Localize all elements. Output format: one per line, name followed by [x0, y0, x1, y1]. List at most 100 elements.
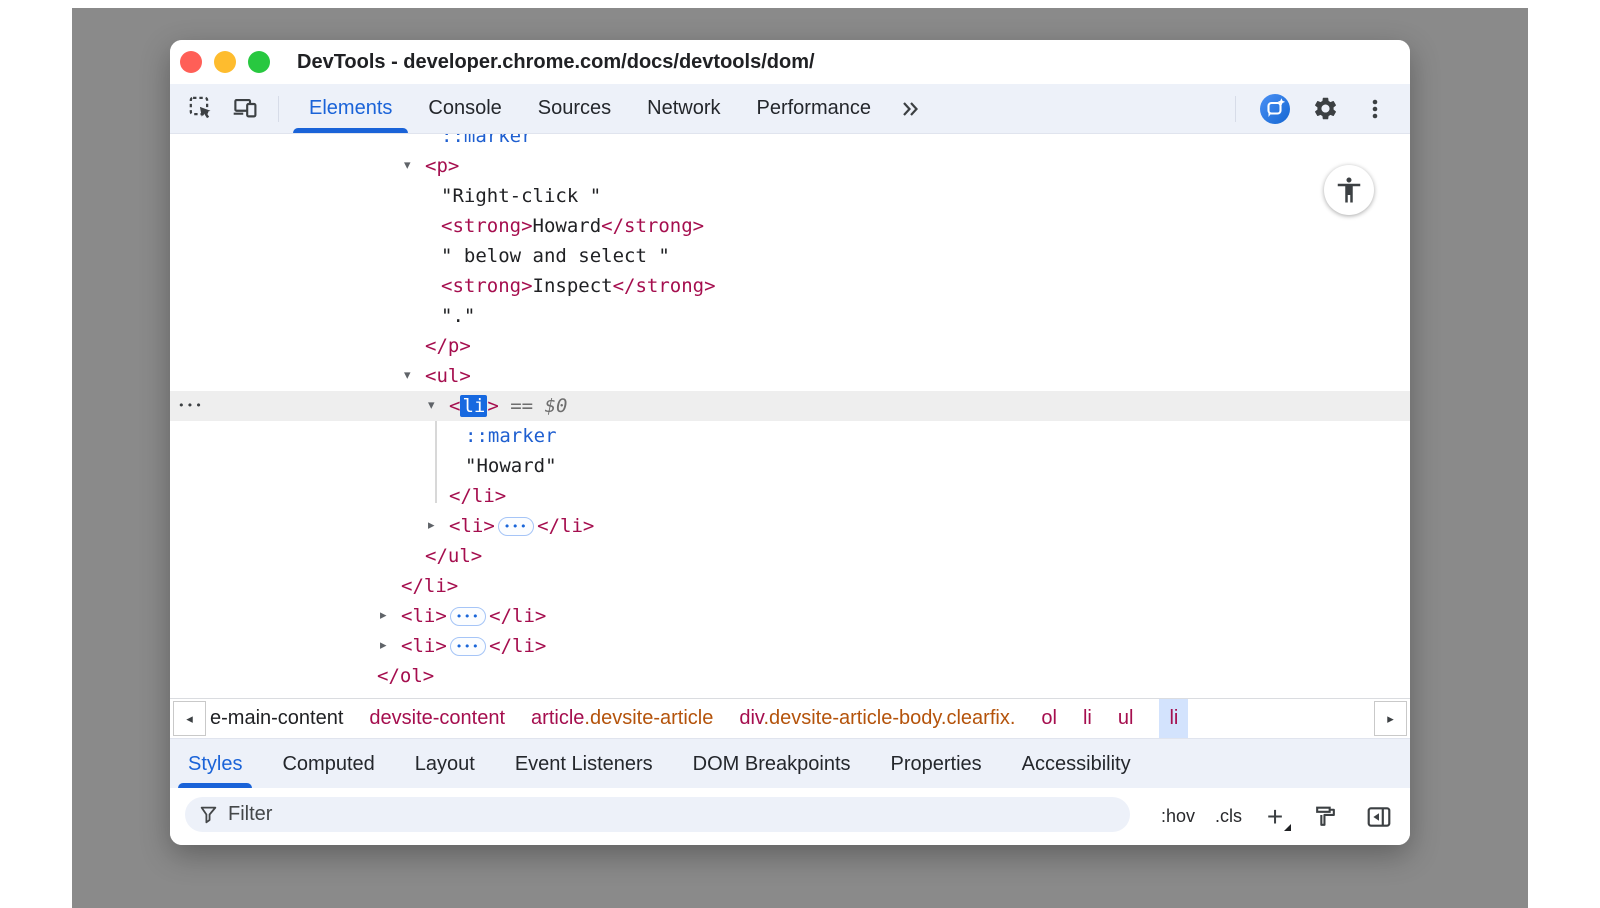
- tree-token-tag: </li>: [489, 605, 546, 627]
- toggle-class-button[interactable]: .cls: [1215, 806, 1242, 827]
- ellipsis-pill-icon[interactable]: •••: [450, 607, 486, 626]
- dom-tree-row[interactable]: ::marker: [170, 134, 1410, 151]
- collapse-arrow-icon[interactable]: ▾: [428, 391, 448, 421]
- tab-computed[interactable]: Computed: [272, 739, 384, 788]
- dom-tree-row-selected[interactable]: ••• ▾<li> == $0: [170, 391, 1410, 421]
- tab-network[interactable]: Network: [629, 84, 738, 133]
- new-style-rule-button[interactable]: +: [1262, 802, 1288, 832]
- chevron-right-icon[interactable]: ▸: [1374, 701, 1407, 736]
- zoom-window-button[interactable]: [248, 51, 270, 73]
- ai-assistant-icon[interactable]: [1258, 92, 1292, 126]
- collapse-arrow-icon[interactable]: ▾: [404, 151, 424, 181]
- breadcrumb-item-selected[interactable]: li: [1159, 699, 1188, 738]
- crumb-part-tag: devsite-content: [369, 707, 505, 729]
- gear-icon[interactable]: [1308, 92, 1342, 126]
- tab-accessibility[interactable]: Accessibility: [1012, 739, 1141, 788]
- paint-brush-icon[interactable]: [1308, 800, 1342, 834]
- tab-styles[interactable]: Styles: [178, 739, 252, 788]
- tree-token-tag: <li>: [449, 515, 495, 537]
- tab-dom-breakpoints[interactable]: DOM Breakpoints: [683, 739, 861, 788]
- dom-tree-row[interactable]: ▾<p>: [170, 151, 1410, 181]
- dom-tree-row[interactable]: ▸<li>•••</li>: [170, 631, 1410, 661]
- tree-token-tag: </strong>: [601, 215, 704, 237]
- crumb-part-tag: article: [531, 707, 584, 729]
- expand-arrow-icon[interactable]: ▸: [428, 511, 448, 541]
- ellipsis-pill-icon[interactable]: •••: [498, 517, 534, 536]
- dom-tree-row[interactable]: ▸<li>•••</li>: [170, 601, 1410, 631]
- dom-tree-row[interactable]: </ol>: [170, 661, 1410, 691]
- dom-tree-row[interactable]: </li>: [170, 571, 1410, 601]
- kebab-menu-icon[interactable]: [1358, 92, 1392, 126]
- devtools-window: DevTools - developer.chrome.com/docs/dev…: [170, 40, 1410, 845]
- breadcrumb-item[interactable]: li: [1083, 707, 1092, 730]
- dom-tree-panel: ::marker▾<p>"Right-click "<strong>Howard…: [170, 134, 1410, 698]
- tree-token-tag: <strong>: [441, 215, 533, 237]
- inspect-cursor-icon[interactable]: [184, 92, 218, 126]
- chevron-left-icon[interactable]: ◂: [173, 701, 206, 736]
- ellipsis-pill-icon[interactable]: •••: [450, 637, 486, 656]
- toolbar-divider-right: [1235, 96, 1236, 122]
- tree-token-tag: >: [487, 395, 498, 417]
- expand-arrow-icon[interactable]: ▸: [380, 601, 400, 631]
- titlebar: DevTools - developer.chrome.com/docs/dev…: [170, 40, 1410, 84]
- filter-input[interactable]: [228, 803, 1116, 826]
- breadcrumb-bar: ◂ e-main-contentdevsite-contentarticle.d…: [170, 698, 1410, 738]
- tree-token-eq: ==: [499, 395, 545, 417]
- dom-tree-row[interactable]: ▾<ul>: [170, 361, 1410, 391]
- toolbar-right-icons: [1229, 92, 1410, 126]
- style-filter-field[interactable]: [185, 797, 1130, 832]
- device-toolbar-icon[interactable]: [228, 92, 262, 126]
- breadcrumb-item[interactable]: devsite-content: [369, 707, 505, 730]
- tree-token-tag: <li>: [401, 635, 447, 657]
- breadcrumb-item[interactable]: ul: [1118, 707, 1134, 730]
- dom-tree-row[interactable]: " below and select ": [170, 241, 1410, 271]
- dom-tree-row[interactable]: ".": [170, 301, 1410, 331]
- tab-event-listeners[interactable]: Event Listeners: [505, 739, 663, 788]
- crumb-part-tag: ul: [1118, 707, 1134, 729]
- selected-node-tag: li: [460, 395, 487, 417]
- tree-token-tag: </li>: [537, 515, 594, 537]
- dom-tree-row[interactable]: <strong>Inspect</strong>: [170, 271, 1410, 301]
- chevron-double-right-icon[interactable]: [893, 92, 927, 126]
- minimize-window-button[interactable]: [214, 51, 236, 73]
- accessibility-overlay-button[interactable]: [1324, 165, 1374, 215]
- dom-tree-row[interactable]: <strong>Howard</strong>: [170, 211, 1410, 241]
- tab-performance[interactable]: Performance: [739, 84, 890, 133]
- tree-token-str: " below and select ": [441, 245, 670, 267]
- tree-token-tag: <strong>: [441, 275, 533, 297]
- tree-token-tag: <: [449, 395, 460, 417]
- dom-tree-row[interactable]: </li>: [170, 481, 1410, 511]
- tree-token-pseudo: ::marker: [465, 425, 557, 447]
- three-dots-icon[interactable]: •••: [178, 391, 204, 421]
- dom-tree-row[interactable]: ::marker: [170, 421, 1410, 451]
- tab-console[interactable]: Console: [410, 84, 519, 133]
- dom-tree-row[interactable]: </p>: [170, 331, 1410, 361]
- breadcrumb-item[interactable]: div.devsite-article-body.clearfix.: [739, 707, 1015, 730]
- crumb-part-cls: .devsite-article-body.clearfix.: [763, 707, 1015, 729]
- dom-tree-row[interactable]: "Howard": [170, 451, 1410, 481]
- tree-token-pseudo: ::marker: [441, 134, 533, 147]
- tab-properties[interactable]: Properties: [881, 739, 992, 788]
- tree-token-dollar: $0: [545, 395, 568, 417]
- tab-layout[interactable]: Layout: [405, 739, 485, 788]
- tree-token-str: "Howard": [465, 455, 557, 477]
- dom-tree-row[interactable]: </ul>: [170, 541, 1410, 571]
- dom-tree-row[interactable]: ▸<li>•••</li>: [170, 511, 1410, 541]
- tree-token-str: "Right-click ": [441, 185, 601, 207]
- expand-arrow-icon[interactable]: ▸: [380, 631, 400, 661]
- collapse-arrow-icon[interactable]: ▾: [404, 361, 424, 391]
- toggle-pseudo-state-button[interactable]: :hov: [1161, 806, 1195, 827]
- plus-dropdown-corner-icon: [1284, 824, 1291, 831]
- close-window-button[interactable]: [180, 51, 202, 73]
- tab-elements[interactable]: Elements: [291, 84, 410, 133]
- breadcrumb-item[interactable]: e-main-content: [210, 707, 343, 730]
- crumb-part-plain: e-main-content: [210, 707, 343, 729]
- panel-toggle-icon[interactable]: [1362, 800, 1396, 834]
- tab-sources[interactable]: Sources: [520, 84, 629, 133]
- dom-tree-row[interactable]: "Right-click ": [170, 181, 1410, 211]
- tree-token-tag: <li>: [401, 605, 447, 627]
- breadcrumb-item[interactable]: article.devsite-article: [531, 707, 713, 730]
- breadcrumb-item[interactable]: ol: [1041, 707, 1057, 730]
- toolbar-left-icons: [170, 92, 285, 126]
- accessibility-person-icon: [1334, 175, 1364, 205]
